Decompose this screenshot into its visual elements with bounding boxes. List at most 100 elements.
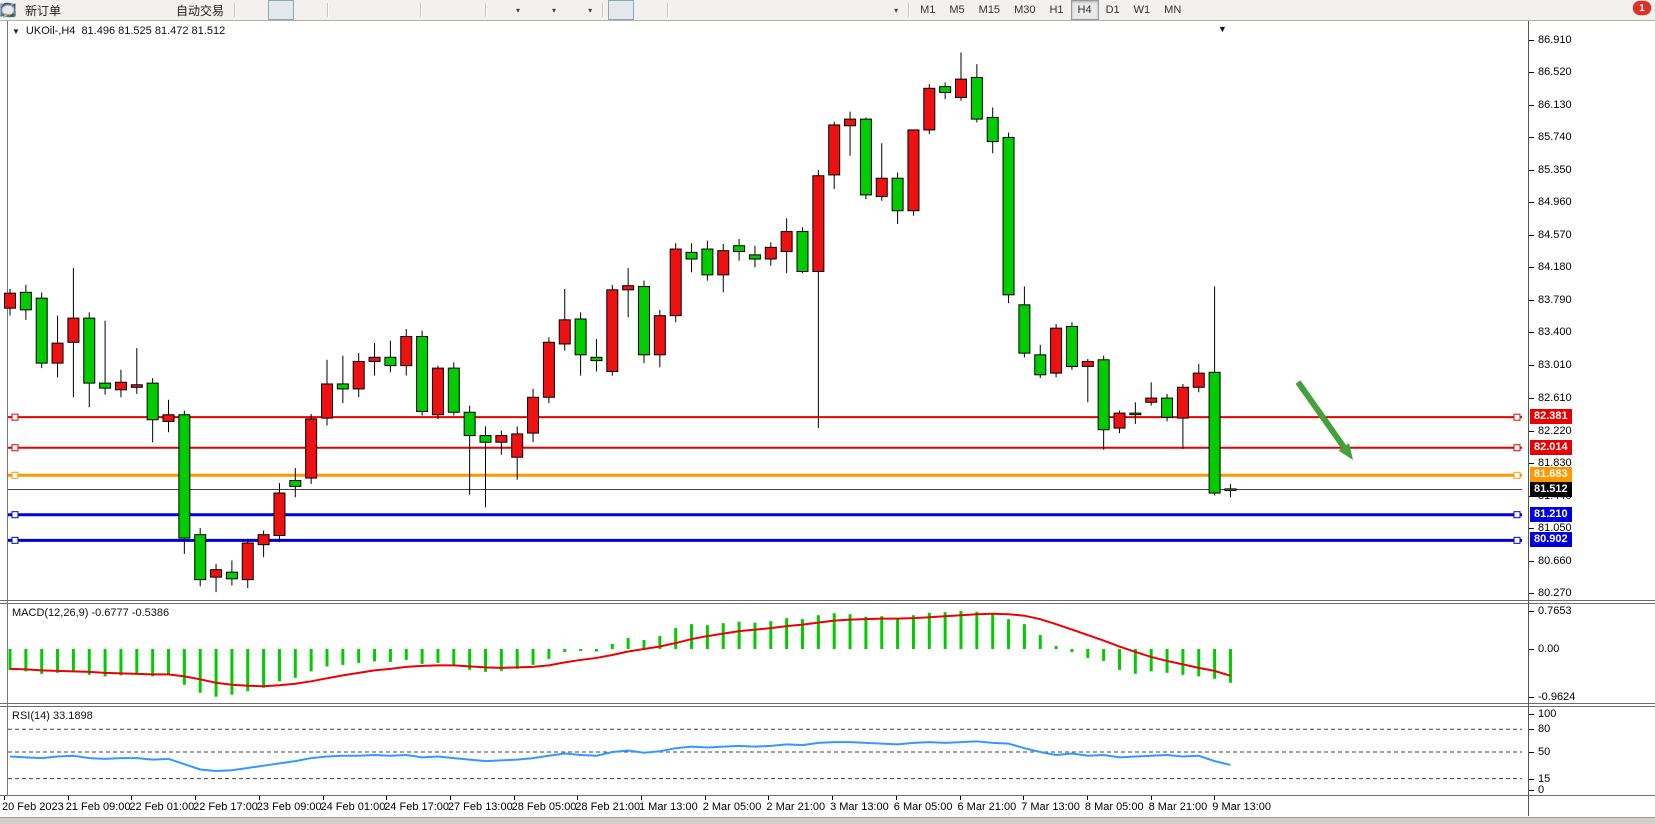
fibonacci-button[interactable]: F xyxy=(785,0,811,20)
equidistant-channel-icon: E xyxy=(762,2,778,18)
time-label: 2 Mar 05:00 xyxy=(703,801,762,813)
auto-scroll-button[interactable] xyxy=(426,0,452,20)
trendline-button[interactable] xyxy=(729,0,755,20)
zoom-out-icon xyxy=(366,2,382,18)
time-tick xyxy=(705,796,706,800)
candle-body xyxy=(1146,398,1157,402)
price-tick: 83.400 xyxy=(1538,326,1572,338)
time-label: 27 Feb 13:00 xyxy=(448,801,513,813)
toolbar-separator xyxy=(667,3,668,17)
candle-body xyxy=(337,384,348,389)
chart-shift-icon xyxy=(459,2,475,18)
resistance-line-1-handle[interactable] xyxy=(1514,414,1520,420)
time-tick xyxy=(514,796,515,800)
candlestick-chart-canvas[interactable] xyxy=(0,21,1528,600)
equidistant-channel-button[interactable]: E xyxy=(757,0,783,20)
timeframe-H1[interactable]: H1 xyxy=(1042,0,1070,20)
chevron-down-icon: ▾ xyxy=(552,6,556,15)
resistance-line-1-handle[interactable] xyxy=(12,414,18,420)
deposit-icon xyxy=(73,2,89,18)
chart-ohlc-values: 81.496 81.525 81.472 81.512 xyxy=(81,25,225,37)
candle-body xyxy=(1019,305,1030,353)
deposit-button[interactable] xyxy=(68,0,94,20)
timeframe-M5[interactable]: M5 xyxy=(942,0,971,20)
zoom-in-button[interactable] xyxy=(333,0,359,20)
text-label-icon: T xyxy=(846,2,862,18)
macd-rsi-divider[interactable] xyxy=(0,703,1655,704)
macd-panel-canvas[interactable] xyxy=(0,604,1528,703)
chat-button[interactable] xyxy=(1602,0,1628,20)
time-axis[interactable]: 20 Feb 202321 Feb 09:0022 Feb 01:0022 Fe… xyxy=(0,796,1528,816)
candle-body xyxy=(496,436,507,443)
cursor-button[interactable] xyxy=(608,0,634,20)
horizontal-line-button[interactable] xyxy=(701,0,727,20)
globe-icon xyxy=(157,2,173,18)
time-label: 3 Mar 13:00 xyxy=(830,801,889,813)
rsi-panel-canvas[interactable] xyxy=(0,706,1528,795)
support-line-blue-1-handle[interactable] xyxy=(1514,512,1520,518)
candle-body xyxy=(195,535,206,580)
vertical-line-button[interactable] xyxy=(673,0,699,20)
price-tick: 84.960 xyxy=(1538,196,1572,208)
timeframe-W1[interactable]: W1 xyxy=(1127,0,1158,20)
bar-chart-icon xyxy=(245,2,261,18)
notification-badge[interactable]: 1 xyxy=(1633,1,1651,15)
text-label-button[interactable]: T xyxy=(841,0,867,20)
candle-body xyxy=(1003,137,1014,294)
rsi-label: RSI(14) 33.1898 xyxy=(12,710,93,722)
support-line-orange-handle[interactable] xyxy=(12,472,18,478)
candle-body xyxy=(813,176,824,272)
timeframe-M1[interactable]: M1 xyxy=(913,0,942,20)
resistance-line-2-handle[interactable] xyxy=(12,445,18,451)
reports-button[interactable] xyxy=(96,0,122,20)
zoom-out-button[interactable] xyxy=(361,0,387,20)
symbol-dropdown-icon[interactable]: ▼ xyxy=(12,27,20,36)
trading-platform-window: 新订单 自动交易 xyxy=(0,0,1655,824)
periods-button[interactable]: ▾ xyxy=(527,0,561,20)
time-tick xyxy=(323,796,324,800)
rsi-tick: 100 xyxy=(1538,708,1556,720)
candle-body xyxy=(860,119,871,195)
support-line-blue-2-handle[interactable] xyxy=(12,537,18,543)
auto-trading-button[interactable]: 自动交易 xyxy=(152,0,229,20)
candle-body xyxy=(290,481,301,487)
support-line-blue-2-handle[interactable] xyxy=(1514,537,1520,543)
templates-button[interactable]: ▾ xyxy=(563,0,597,20)
add-indicator-button[interactable]: ▾ xyxy=(491,0,525,20)
candle-body xyxy=(512,434,523,457)
trend-arrow-line[interactable] xyxy=(1298,382,1344,447)
tile-windows-button[interactable] xyxy=(389,0,415,20)
price-badge-81.683: 81.683 xyxy=(1530,467,1572,482)
candle-body xyxy=(1177,387,1188,418)
crosshair-button[interactable] xyxy=(636,0,662,20)
price-tick: 83.790 xyxy=(1538,294,1572,306)
rsi-line xyxy=(10,741,1230,771)
timeframe-H4[interactable]: H4 xyxy=(1071,0,1099,20)
support-line-orange-handle[interactable] xyxy=(1514,472,1520,478)
support-line-blue-1-handle[interactable] xyxy=(12,512,18,518)
toolbar-separator xyxy=(485,3,486,17)
time-tick xyxy=(832,796,833,800)
vertical-line-icon xyxy=(678,2,694,18)
price-tick: 84.180 xyxy=(1538,261,1572,273)
resistance-line-2-handle[interactable] xyxy=(1514,445,1520,451)
candlestick-chart-button[interactable] xyxy=(268,0,294,20)
rsi-tick: 0 xyxy=(1538,784,1544,796)
bar-chart-button[interactable] xyxy=(240,0,266,20)
candle-body xyxy=(1082,361,1093,366)
chart-shift-marker[interactable]: ▼ xyxy=(1218,24,1227,34)
line-chart-button[interactable] xyxy=(296,0,322,20)
time-tick xyxy=(131,796,132,800)
timeframe-D1[interactable]: D1 xyxy=(1099,0,1127,20)
timeframe-M30[interactable]: M30 xyxy=(1007,0,1042,20)
arrow-objects-button[interactable]: ▾ xyxy=(869,0,903,20)
timeframe-M15[interactable]: M15 xyxy=(972,0,1007,20)
chart-shift-button[interactable] xyxy=(454,0,480,20)
toolbar-separator xyxy=(327,3,328,17)
signal-button[interactable] xyxy=(124,0,150,20)
text-button[interactable]: A xyxy=(813,0,839,20)
chart-macd-divider[interactable] xyxy=(0,600,1655,601)
candle-body xyxy=(36,298,47,363)
search-button[interactable] xyxy=(1574,0,1600,20)
timeframe-MN[interactable]: MN xyxy=(1157,0,1188,20)
